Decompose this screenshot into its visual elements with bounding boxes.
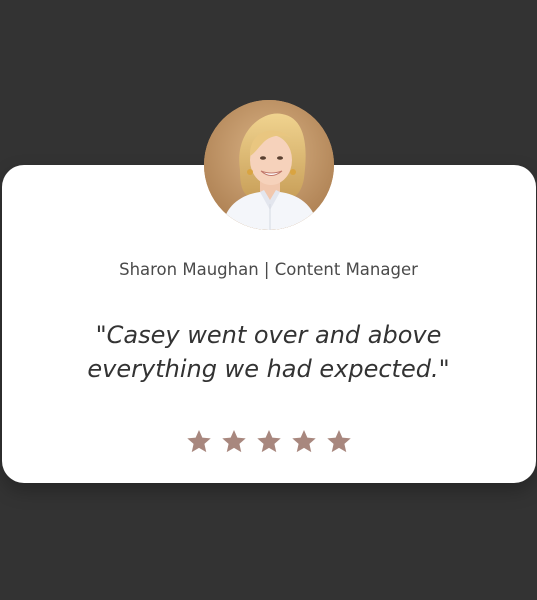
author-line: Sharon Maughan | Content Manager: [119, 260, 418, 279]
star-icon: [221, 429, 246, 453]
star-icon: [186, 429, 211, 453]
star-icon: [326, 429, 351, 453]
star-icon: [291, 429, 316, 453]
person-portrait-icon: [204, 100, 334, 230]
star-icon: [256, 429, 281, 453]
testimonial-stage: Sharon Maughan | Content Manager "Casey …: [0, 0, 537, 600]
testimonial-quote: "Casey went over and above everything we…: [87, 321, 450, 383]
star-rating: [0, 428, 537, 454]
avatar: [204, 100, 334, 230]
